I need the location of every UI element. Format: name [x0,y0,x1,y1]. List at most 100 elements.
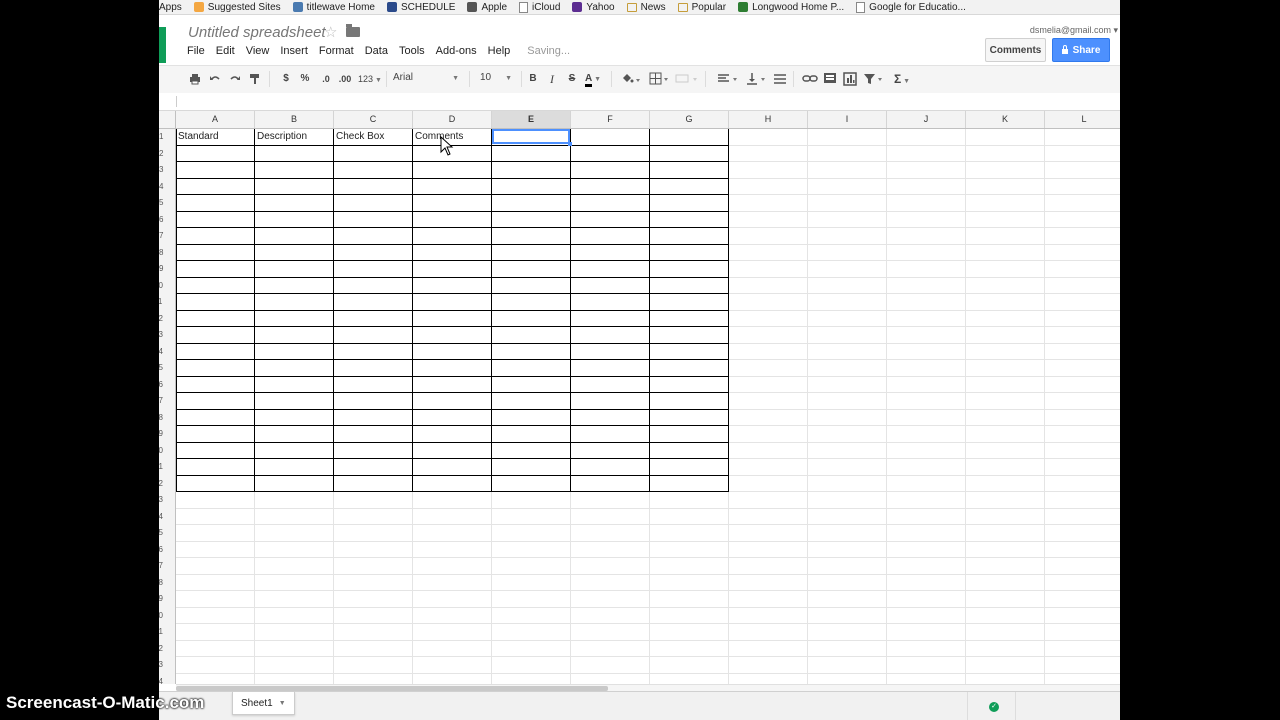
text-color-button[interactable]: A ▼ [585,72,607,87]
insert-chart-icon[interactable] [843,72,857,86]
row-header[interactable]: 12 [159,311,175,327]
fill-color-icon[interactable] [621,72,641,86]
undo-icon[interactable] [209,72,221,86]
column-header-a[interactable]: A [176,111,255,128]
row-header[interactable]: 28 [159,575,175,591]
row-header[interactable]: 27 [159,558,175,574]
insert-link-icon[interactable] [802,72,818,86]
folder-icon[interactable] [346,24,360,37]
bookmark-item[interactable]: News [626,2,666,13]
bold-button[interactable]: B [528,72,538,86]
row-header[interactable]: 3 [159,162,175,178]
paint-format-icon[interactable] [249,72,261,86]
star-icon[interactable]: ☆ [324,23,337,41]
row-header[interactable]: 16 [159,377,175,393]
row-header[interactable]: 7 [159,228,175,244]
row-header[interactable]: 20 [159,443,175,459]
explore-check-icon[interactable]: ✓ [989,702,999,712]
row-header[interactable]: 22 [159,476,175,492]
increase-decimal-button[interactable]: .00 [337,72,353,86]
row-header[interactable]: 14 [159,344,175,360]
sheet-tab-sheet1[interactable]: Sheet1 ▼ [232,692,295,715]
comments-button[interactable]: Comments [985,38,1046,62]
row-header[interactable]: 11 [159,294,175,310]
insert-comment-icon[interactable] [823,72,837,86]
share-button[interactable]: Share [1052,38,1110,62]
text-wrap-icon[interactable] [773,72,787,86]
bookmark-item[interactable]: titlewave Home [292,2,375,13]
row-header[interactable]: 33 [159,657,175,673]
menu-format[interactable]: Format [319,45,354,57]
row-header[interactable]: 23 [159,492,175,508]
row-header[interactable]: 9 [159,261,175,277]
italic-button[interactable]: I [547,72,557,86]
bookmark-item[interactable]: Apps [159,2,182,13]
row-header[interactable]: 34 [159,674,175,685]
column-header-b[interactable]: B [255,111,334,128]
functions-button[interactable]: Σ ▼ [894,72,918,86]
bookmark-item[interactable]: Apple [467,2,507,13]
bookmark-item[interactable]: Suggested Sites [193,2,281,13]
vertical-align-icon[interactable] [745,72,769,86]
row-header[interactable]: 21 [159,459,175,475]
select-all-corner[interactable] [159,111,176,128]
menu-view[interactable]: View [246,45,270,57]
strikethrough-button[interactable]: S [567,72,577,86]
menu-tools[interactable]: Tools [399,45,425,57]
user-account[interactable]: dsmelia@gmail.com ▾ [1030,25,1118,36]
column-header-e[interactable]: E [492,111,571,128]
percent-button[interactable]: % [300,72,310,86]
bookmark-item[interactable]: Popular [677,2,726,13]
row-header[interactable]: 1 [159,129,175,145]
bookmark-item[interactable]: Google for Educatio... [856,1,966,13]
row-header[interactable]: 29 [159,591,175,607]
row-header[interactable]: 25 [159,525,175,541]
bookmark-item[interactable]: SCHEDULE [386,2,455,13]
row-header[interactable]: 6 [159,212,175,228]
row-header[interactable]: 4 [159,179,175,195]
cell-a1[interactable]: Standard [176,129,253,145]
column-header-h[interactable]: H [729,111,808,128]
borders-icon[interactable] [649,72,671,86]
column-header-f[interactable]: F [571,111,650,128]
row-header[interactable]: 26 [159,542,175,558]
row-header[interactable]: 8 [159,245,175,261]
currency-button[interactable]: $ [281,72,291,86]
horizontal-align-icon[interactable] [717,72,741,86]
formula-input[interactable] [181,95,1085,109]
font-family-select[interactable]: Arial ▼ [393,72,459,86]
column-header-i[interactable]: I [808,111,887,128]
document-title[interactable]: Untitled spreadsheet [188,24,326,41]
menu-file[interactable]: File [187,45,205,57]
row-header[interactable]: 18 [159,410,175,426]
row-header[interactable]: 24 [159,509,175,525]
row-header[interactable]: 17 [159,393,175,409]
column-header-g[interactable]: G [650,111,729,128]
decrease-decimal-button[interactable]: .0 [319,72,333,86]
menu-addons[interactable]: Add-ons [436,45,477,57]
bookmark-item[interactable]: Longwood Home P... [738,2,844,13]
chevron-down-icon[interactable]: ▼ [279,700,286,707]
row-header[interactable]: 5 [159,195,175,211]
row-header[interactable]: 31 [159,624,175,640]
more-formats-button[interactable]: 123 ▼ [357,72,383,86]
row-header[interactable]: 19 [159,426,175,442]
redo-icon[interactable] [229,72,241,86]
cell-grid[interactable]: Standard Description Check Box Comments [176,129,1120,684]
merge-cells-icon[interactable] [675,72,699,86]
column-header-c[interactable]: C [334,111,413,128]
row-header[interactable]: 15 [159,360,175,376]
column-header-k[interactable]: K [966,111,1045,128]
filter-icon[interactable] [863,72,885,86]
fill-handle[interactable] [568,142,572,146]
column-header-d[interactable]: D [413,111,492,128]
menu-data[interactable]: Data [365,45,388,57]
menu-help[interactable]: Help [488,45,511,57]
row-header[interactable]: 30 [159,608,175,624]
row-header[interactable]: 2 [159,146,175,162]
bookmark-item[interactable]: Yahoo [572,2,615,13]
menu-insert[interactable]: Insert [280,45,308,57]
row-header[interactable]: 13 [159,327,175,343]
row-header[interactable]: 10 [159,278,175,294]
cell-c1[interactable]: Check Box [334,129,411,145]
